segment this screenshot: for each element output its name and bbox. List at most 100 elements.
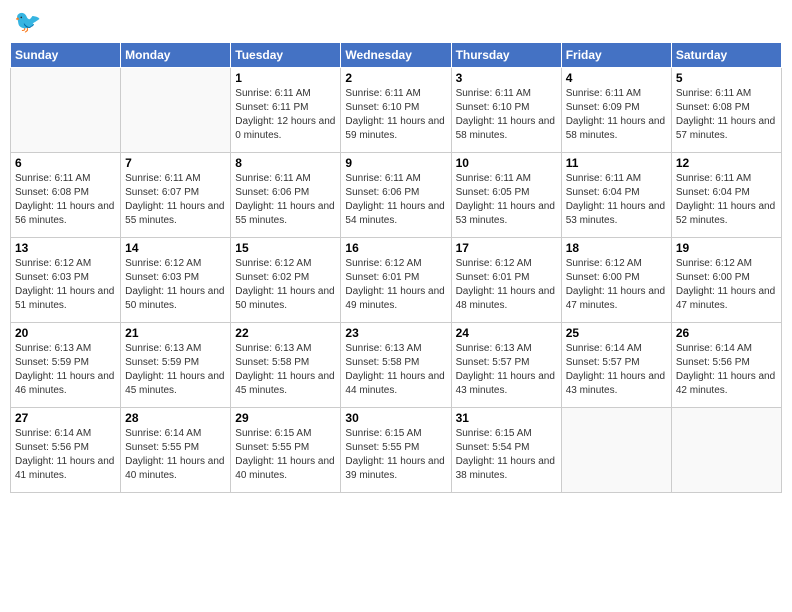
day-info: Sunrise: 6:15 AMSunset: 5:55 PMDaylight:… xyxy=(235,427,336,483)
weekday-header: Tuesday xyxy=(231,43,341,68)
day-number: 23 xyxy=(345,326,446,340)
day-info: Sunrise: 6:13 AMSunset: 5:59 PMDaylight:… xyxy=(15,342,116,398)
day-info: Sunrise: 6:11 AMSunset: 6:06 PMDaylight:… xyxy=(235,172,336,228)
day-number: 29 xyxy=(235,411,336,425)
calendar-week-row: 13 Sunrise: 6:12 AMSunset: 6:03 PMDayligh… xyxy=(11,238,782,323)
day-number: 22 xyxy=(235,326,336,340)
day-info: Sunrise: 6:13 AMSunset: 5:59 PMDaylight:… xyxy=(125,342,226,398)
weekday-header: Sunday xyxy=(11,43,121,68)
calendar-week-row: 6 Sunrise: 6:11 AMSunset: 6:08 PMDaylight… xyxy=(11,153,782,238)
weekday-header: Saturday xyxy=(671,43,781,68)
weekday-header: Monday xyxy=(121,43,231,68)
day-number: 7 xyxy=(125,156,226,170)
calendar-cell: 22 Sunrise: 6:13 AMSunset: 5:58 PMDayligh… xyxy=(231,323,341,408)
day-number: 25 xyxy=(566,326,667,340)
calendar-cell: 14Sunrise: 6:12 AMSunset: 6:03 PMDayligh… xyxy=(121,238,231,323)
calendar-cell xyxy=(11,68,121,153)
calendar-cell: 1Sunrise: 6:11 AMSunset: 6:11 PMDaylight… xyxy=(231,68,341,153)
calendar-cell: 25Sunrise: 6:14 AMSunset: 5:57 PMDayligh… xyxy=(561,323,671,408)
day-number: 10 xyxy=(456,156,557,170)
day-number: 21 xyxy=(125,326,226,340)
logo-bird-icon: 🐦 xyxy=(14,9,41,34)
day-number: 18 xyxy=(566,241,667,255)
calendar-cell: 6 Sunrise: 6:11 AMSunset: 6:08 PMDaylight… xyxy=(11,153,121,238)
day-number: 6 xyxy=(15,156,116,170)
day-number: 8 xyxy=(235,156,336,170)
day-number: 24 xyxy=(456,326,557,340)
day-number: 2 xyxy=(345,71,446,85)
day-info: Sunrise: 6:11 AMSunset: 6:07 PMDaylight:… xyxy=(125,172,226,228)
day-number: 31 xyxy=(456,411,557,425)
calendar-cell: 17 Sunrise: 6:12 AMSunset: 6:01 PMDayligh… xyxy=(451,238,561,323)
day-number: 26 xyxy=(676,326,777,340)
day-number: 3 xyxy=(456,71,557,85)
day-info: Sunrise: 6:12 AMSunset: 6:03 PMDaylight:… xyxy=(125,257,226,313)
calendar-cell: 28 Sunrise: 6:14 AMSunset: 5:55 PMDayligh… xyxy=(121,408,231,493)
calendar-cell: 4Sunrise: 6:11 AMSunset: 6:09 PMDaylight… xyxy=(561,68,671,153)
calendar-cell: 16 Sunrise: 6:12 AMSunset: 6:01 PMDayligh… xyxy=(341,238,451,323)
calendar-cell: 29 Sunrise: 6:15 AMSunset: 5:55 PMDayligh… xyxy=(231,408,341,493)
day-info: Sunrise: 6:14 AMSunset: 5:55 PMDaylight:… xyxy=(125,427,226,483)
calendar-cell: 12Sunrise: 6:11 AMSunset: 6:04 PMDayligh… xyxy=(671,153,781,238)
day-number: 20 xyxy=(15,326,116,340)
weekday-header: Friday xyxy=(561,43,671,68)
calendar-week-row: 1Sunrise: 6:11 AMSunset: 6:11 PMDaylight… xyxy=(11,68,782,153)
calendar-cell: 31 Sunrise: 6:15 AMSunset: 5:54 PMDayligh… xyxy=(451,408,561,493)
day-info: Sunrise: 6:13 AMSunset: 5:57 PMDaylight:… xyxy=(456,342,557,398)
day-number: 4 xyxy=(566,71,667,85)
weekday-header: Wednesday xyxy=(341,43,451,68)
calendar-cell: 19 Sunrise: 6:12 AMSunset: 6:00 PMDayligh… xyxy=(671,238,781,323)
calendar-cell: 2 Sunrise: 6:11 AMSunset: 6:10 PMDaylight… xyxy=(341,68,451,153)
day-info: Sunrise: 6:11 AMSunset: 6:11 PMDaylight:… xyxy=(235,87,336,143)
day-number: 16 xyxy=(345,241,446,255)
day-info: Sunrise: 6:15 AMSunset: 5:54 PMDaylight:… xyxy=(456,427,557,483)
day-info: Sunrise: 6:11 AMSunset: 6:10 PMDaylight:… xyxy=(456,87,557,143)
day-info: Sunrise: 6:15 AMSunset: 5:55 PMDaylight:… xyxy=(345,427,446,483)
calendar-cell: 9Sunrise: 6:11 AMSunset: 6:06 PMDaylight… xyxy=(341,153,451,238)
day-info: Sunrise: 6:12 AMSunset: 6:00 PMDaylight:… xyxy=(566,257,667,313)
page-header: 🐦 xyxy=(10,10,782,34)
calendar-cell xyxy=(671,408,781,493)
weekday-header: Thursday xyxy=(451,43,561,68)
day-info: Sunrise: 6:11 AMSunset: 6:05 PMDaylight:… xyxy=(456,172,557,228)
calendar-table: SundayMondayTuesdayWednesdayThursdayFrid… xyxy=(10,42,782,493)
calendar-cell: 15 Sunrise: 6:12 AMSunset: 6:02 PMDayligh… xyxy=(231,238,341,323)
day-number: 11 xyxy=(566,156,667,170)
day-info: Sunrise: 6:11 AMSunset: 6:08 PMDaylight:… xyxy=(15,172,116,228)
weekday-header-row: SundayMondayTuesdayWednesdayThursdayFrid… xyxy=(11,43,782,68)
day-number: 15 xyxy=(235,241,336,255)
calendar-cell: 7 Sunrise: 6:11 AMSunset: 6:07 PMDaylight… xyxy=(121,153,231,238)
calendar-week-row: 20 Sunrise: 6:13 AMSunset: 5:59 PMDayligh… xyxy=(11,323,782,408)
calendar-cell: 18 Sunrise: 6:12 AMSunset: 6:00 PMDayligh… xyxy=(561,238,671,323)
calendar-cell: 3 Sunrise: 6:11 AMSunset: 6:10 PMDaylight… xyxy=(451,68,561,153)
day-info: Sunrise: 6:12 AMSunset: 6:01 PMDaylight:… xyxy=(456,257,557,313)
day-info: Sunrise: 6:13 AMSunset: 5:58 PMDaylight:… xyxy=(345,342,446,398)
day-number: 13 xyxy=(15,241,116,255)
calendar-cell: 8 Sunrise: 6:11 AMSunset: 6:06 PMDaylight… xyxy=(231,153,341,238)
day-number: 19 xyxy=(676,241,777,255)
day-info: Sunrise: 6:12 AMSunset: 6:00 PMDaylight:… xyxy=(676,257,777,313)
calendar-cell: 13 Sunrise: 6:12 AMSunset: 6:03 PMDayligh… xyxy=(11,238,121,323)
day-info: Sunrise: 6:12 AMSunset: 6:01 PMDaylight:… xyxy=(345,257,446,313)
day-info: Sunrise: 6:11 AMSunset: 6:04 PMDaylight:… xyxy=(566,172,667,228)
calendar-cell: 27Sunrise: 6:14 AMSunset: 5:56 PMDayligh… xyxy=(11,408,121,493)
day-info: Sunrise: 6:11 AMSunset: 6:08 PMDaylight:… xyxy=(676,87,777,143)
calendar-cell: 20 Sunrise: 6:13 AMSunset: 5:59 PMDayligh… xyxy=(11,323,121,408)
day-number: 5 xyxy=(676,71,777,85)
day-info: Sunrise: 6:14 AMSunset: 5:56 PMDaylight:… xyxy=(676,342,777,398)
day-info: Sunrise: 6:14 AMSunset: 5:56 PMDaylight:… xyxy=(15,427,116,483)
calendar-cell: 26 Sunrise: 6:14 AMSunset: 5:56 PMDayligh… xyxy=(671,323,781,408)
calendar-cell: 11 Sunrise: 6:11 AMSunset: 6:04 PMDayligh… xyxy=(561,153,671,238)
day-info: Sunrise: 6:12 AMSunset: 6:03 PMDaylight:… xyxy=(15,257,116,313)
day-number: 17 xyxy=(456,241,557,255)
day-number: 12 xyxy=(676,156,777,170)
calendar-cell: 10 Sunrise: 6:11 AMSunset: 6:05 PMDayligh… xyxy=(451,153,561,238)
day-number: 28 xyxy=(125,411,226,425)
day-info: Sunrise: 6:11 AMSunset: 6:10 PMDaylight:… xyxy=(345,87,446,143)
calendar-week-row: 27Sunrise: 6:14 AMSunset: 5:56 PMDayligh… xyxy=(11,408,782,493)
day-info: Sunrise: 6:12 AMSunset: 6:02 PMDaylight:… xyxy=(235,257,336,313)
calendar-cell: 23 Sunrise: 6:13 AMSunset: 5:58 PMDayligh… xyxy=(341,323,451,408)
day-info: Sunrise: 6:13 AMSunset: 5:58 PMDaylight:… xyxy=(235,342,336,398)
logo: 🐦 xyxy=(14,10,41,34)
calendar-cell xyxy=(121,68,231,153)
